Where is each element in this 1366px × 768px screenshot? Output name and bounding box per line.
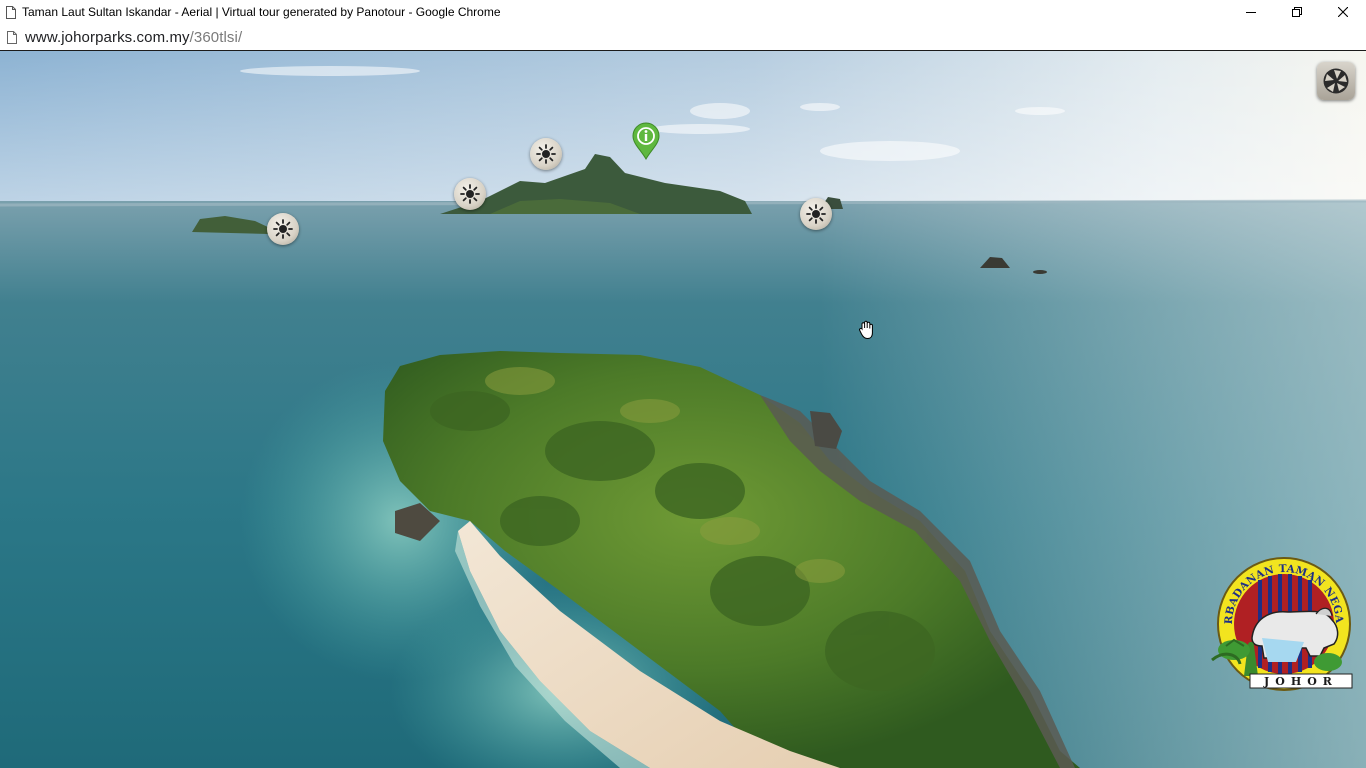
restore-button[interactable] [1274,0,1320,24]
camera-aperture-button[interactable] [1317,62,1355,100]
page-icon [6,5,16,19]
page-info-icon[interactable] [7,30,17,44]
hand-cursor-icon [859,320,873,340]
sun-burst-icon [460,184,480,204]
close-icon [1338,7,1348,17]
info-pin-icon[interactable] [631,122,661,160]
url-path: /360tlsi/ [189,28,243,46]
sun-burst-icon [806,204,826,224]
hotspot-aerial-3[interactable] [267,213,299,245]
window-controls [1228,0,1366,24]
restore-icon [1292,7,1302,17]
url-text[interactable]: www.johorparks.com.my/360tlsi/ [25,29,242,46]
url-host: www.johorparks.com.my [25,28,190,46]
sun-burst-icon [536,144,556,164]
close-button[interactable] [1320,0,1366,24]
logo-state-text: JOHOR [1263,675,1338,688]
hotspot-aerial-2[interactable] [454,178,486,210]
window-titlebar: Taman Laut Sultan Iskandar - Aerial | Vi… [0,0,1366,24]
sun-burst-icon [273,219,293,239]
window-title: Taman Laut Sultan Iskandar - Aerial | Vi… [22,5,501,19]
hotspot-aerial-1[interactable] [530,138,562,170]
perbadanan-taman-negara-logo: PERBADANAN TAMAN NEGARA JOHOR [1204,546,1353,691]
hotspot-aerial-4[interactable] [800,198,832,230]
camera-aperture-icon [1323,68,1349,94]
panorama-image [0,51,1366,768]
address-bar[interactable]: www.johorparks.com.my/360tlsi/ [0,24,1366,51]
panorama-viewer[interactable]: PERBADANAN TAMAN NEGARA JOHOR [0,51,1366,768]
minimize-icon [1246,12,1256,13]
minimize-button[interactable] [1228,0,1274,24]
